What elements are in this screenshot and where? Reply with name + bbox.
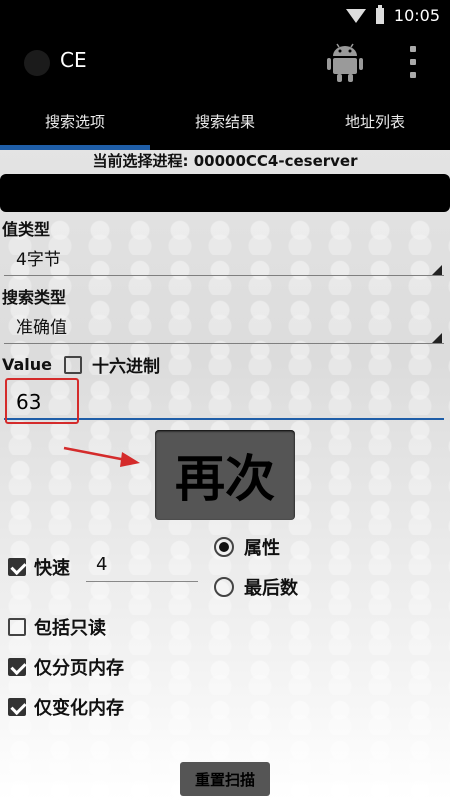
value-type-selected: 4字节 (16, 250, 61, 270)
wifi-icon (345, 8, 366, 23)
highlight-box (5, 378, 79, 424)
app-title: CE (60, 48, 87, 72)
search-type-spinner[interactable]: 准确值 (4, 306, 444, 346)
quick-label: 快速 (34, 558, 70, 579)
radio-last-value[interactable]: 最后数 (214, 574, 298, 600)
tab-search-results[interactable]: 搜索结果 (150, 92, 300, 150)
include-readonly-row[interactable]: 包括只读 (8, 614, 106, 640)
radio-last-value-label: 最后数 (244, 578, 298, 599)
status-bar: 10:05 (0, 0, 450, 34)
quick-value: 4 (96, 554, 108, 575)
value-type-label: 值类型 (2, 220, 51, 239)
search-type-selected: 准确值 (16, 318, 67, 338)
dropdown-triangle-icon (432, 265, 442, 275)
battery-icon (375, 4, 384, 24)
reset-scan-button[interactable]: 重置扫描 (180, 762, 270, 796)
value-row: Value 十六进制 (2, 352, 160, 377)
search-type-label: 搜索类型 (2, 288, 67, 307)
radio-button[interactable] (214, 577, 234, 597)
app-bar: CE (0, 34, 450, 92)
status-time: 10:05 (393, 6, 440, 25)
hex-checkbox[interactable] (64, 355, 83, 374)
tab-bar: 搜索选项 搜索结果 地址列表 (0, 92, 450, 150)
progress-bar (0, 174, 450, 212)
app-logo-icon (24, 50, 50, 76)
paged-memory-checkbox[interactable] (8, 658, 26, 676)
quick-field[interactable]: 4 (86, 550, 198, 584)
changed-memory-row[interactable]: 仅变化内存 (8, 694, 124, 720)
search-again-button[interactable]: 再次 (155, 430, 295, 520)
changed-memory-checkbox[interactable] (8, 698, 26, 716)
radio-button-selected[interactable] (214, 537, 234, 557)
include-readonly-checkbox[interactable] (8, 618, 26, 636)
radio-attribute-label: 属性 (244, 538, 280, 559)
process-label: 当前选择进程: 00000CC4-ceserver (92, 152, 358, 170)
value-label: Value (2, 355, 53, 374)
tab-search-options[interactable]: 搜索选项 (0, 92, 150, 150)
changed-memory-label: 仅变化内存 (34, 698, 124, 719)
paged-memory-label: 仅分页内存 (34, 658, 124, 679)
include-readonly-label: 包括只读 (34, 618, 106, 639)
quick-row: 快速 (8, 554, 70, 580)
paged-memory-row[interactable]: 仅分页内存 (8, 654, 124, 680)
android-icon[interactable] (327, 42, 363, 82)
radio-attribute[interactable]: 属性 (214, 534, 280, 560)
overflow-menu-icon[interactable] (410, 46, 416, 78)
quick-checkbox[interactable] (8, 558, 26, 576)
red-arrow-icon (63, 446, 140, 467)
dropdown-triangle-icon (432, 333, 442, 343)
hex-label: 十六进制 (92, 357, 161, 377)
value-type-spinner[interactable]: 4字节 (4, 238, 444, 278)
tab-address-list[interactable]: 地址列表 (300, 92, 450, 150)
